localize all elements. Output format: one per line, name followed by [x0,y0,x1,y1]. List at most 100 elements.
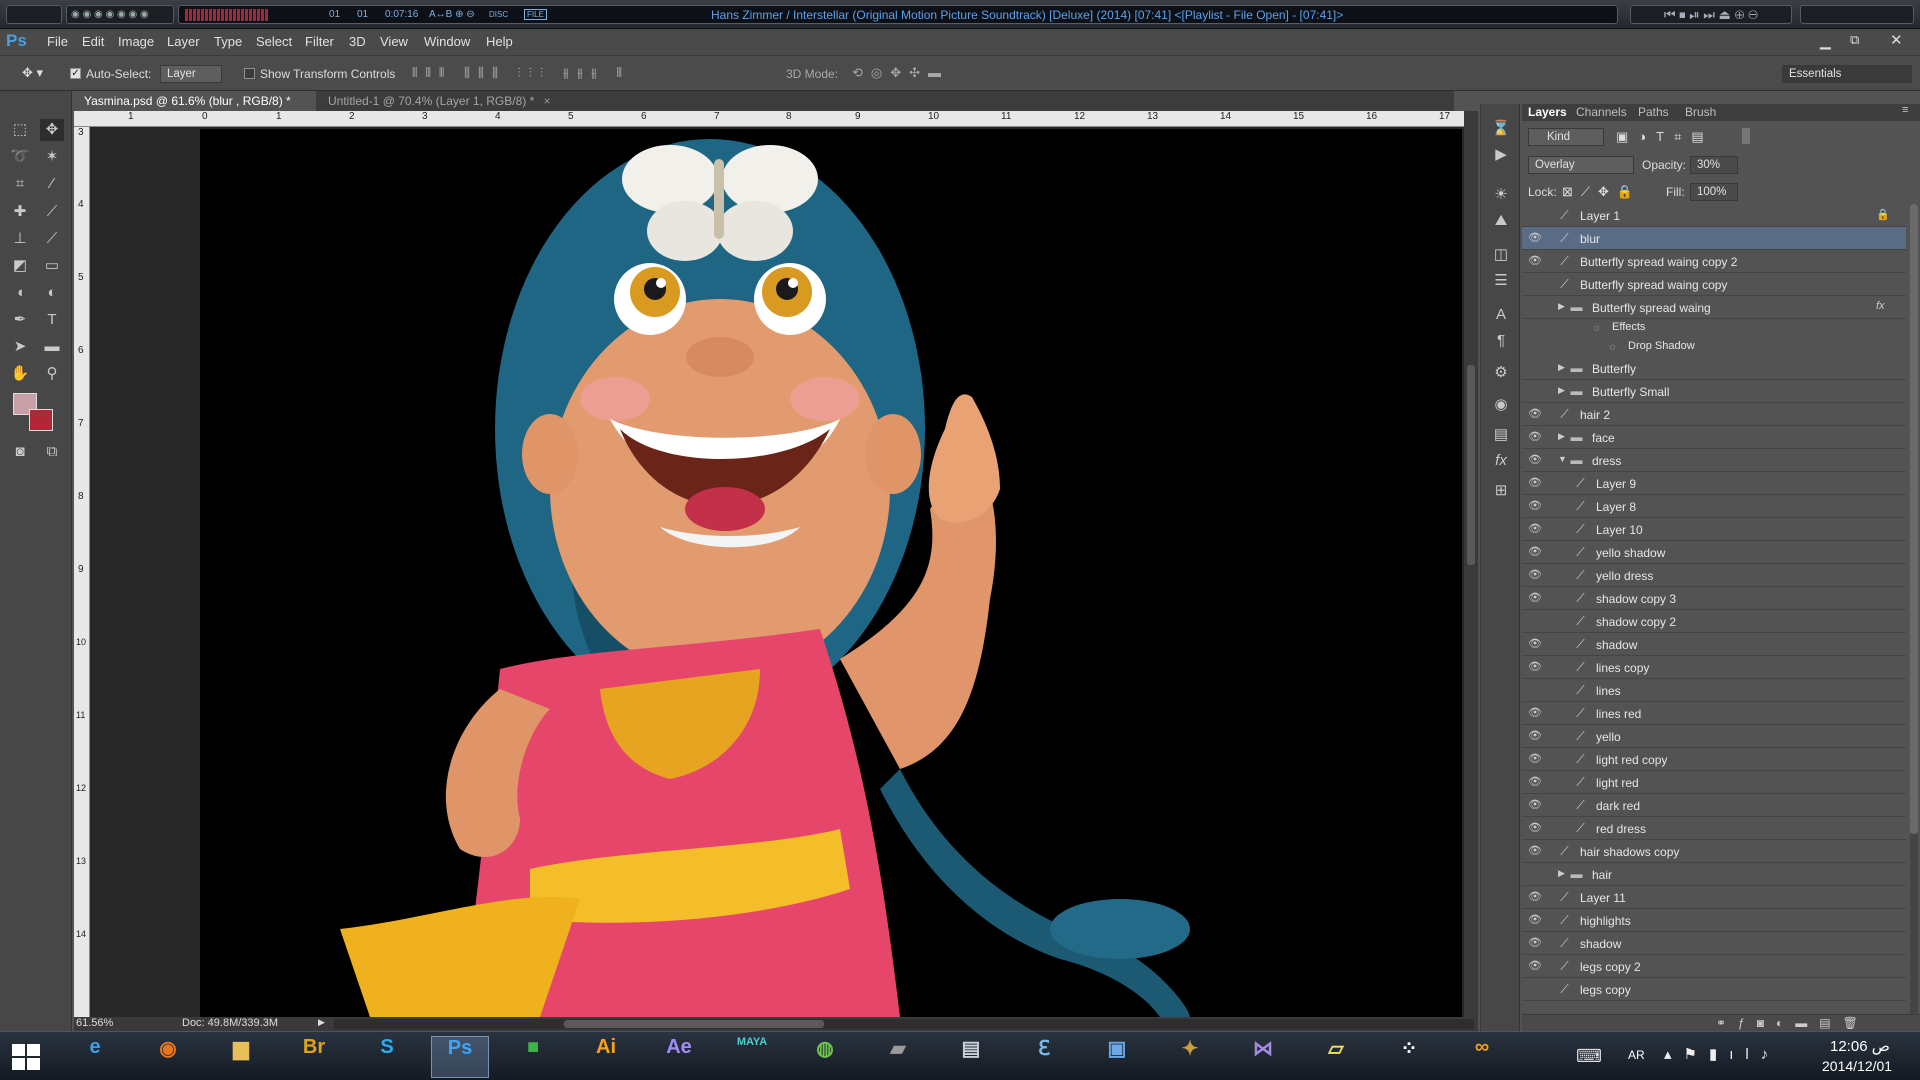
auto-select-dropdown[interactable]: Layer [160,65,222,83]
styles-icon[interactable]: ⛰ [1489,210,1513,232]
tab-untitled-1[interactable]: Untitled-1 @ 70.4% (Layer 1, RGB/8) * × [318,91,568,111]
fx-icon[interactable]: fx [1489,450,1513,472]
visibility-eye-icon[interactable]: 👁 [1526,587,1544,610]
layer-row[interactable]: ▶ ▬ Butterfly [1522,357,1906,380]
visibility-eye-icon[interactable]: 👁 [1526,227,1544,250]
taskbar-blackberry-icon[interactable]: ⁘ [1380,1036,1438,1078]
visibility-eye-icon[interactable]: 👁 [1526,909,1544,932]
taskbar-network-icon[interactable]: ▣ [1088,1036,1146,1078]
menu-layer[interactable]: Layer [167,34,200,49]
layer-row[interactable]: 👁 ⟋ legs copy 2 [1522,955,1906,978]
type-tool-icon[interactable]: T [40,309,64,331]
taskbar-maya-icon[interactable]: MAYA [723,1036,781,1078]
layer-row[interactable]: ▶ ▬ hair [1522,863,1906,886]
visibility-eye-icon[interactable] [1526,296,1544,319]
visibility-eye-icon[interactable]: 👁 [1526,449,1544,472]
layer-row[interactable]: 👁 ⟋ dark red [1522,794,1906,817]
crop-tool-icon[interactable]: ⌗ [8,173,32,195]
expand-arrow-icon[interactable]: ▶ [1558,362,1565,373]
menu-help[interactable]: Help [486,34,513,49]
visibility-eye-icon[interactable]: 👁 [1526,564,1544,587]
adjustments-icon[interactable]: ☀ [1489,184,1513,206]
hand-tool-icon[interactable]: ✋ [8,363,32,385]
tab-channels[interactable]: Channels [1576,105,1627,119]
tray-icons[interactable]: ▴⚑▮ıl♪ [1664,1045,1780,1063]
status-arrow-icon[interactable]: ▶ [318,1017,325,1028]
taskbar-after-effects-icon[interactable]: Ae [650,1036,708,1078]
clock-time[interactable]: 12:06 ص [1830,1037,1890,1055]
scroll-thumb[interactable] [564,1020,824,1028]
layer-row[interactable]: 👁 ⟋ lines red [1522,702,1906,725]
layer-row[interactable]: 👁 ⟋ yello dress [1522,564,1906,587]
restore-button[interactable]: ⧉ [1850,32,1859,48]
fill-input[interactable]: 100% [1690,183,1738,201]
layer-row[interactable]: 👁 ⟋ highlights [1522,909,1906,932]
taskbar-globe-icon[interactable]: ◍ [796,1036,854,1078]
visibility-eye-icon[interactable]: 👁 [1526,472,1544,495]
visibility-eye-icon[interactable]: 👁 [1526,633,1544,656]
layer-row[interactable]: 👁 ▼ ▬ dress [1522,449,1906,472]
expand-arrow-icon[interactable]: ▶ [1558,385,1565,396]
layer-row[interactable]: 👁 ⟋ shadow [1522,932,1906,955]
pen-tool-icon[interactable]: ✒ [8,309,32,331]
taskbar-shield-app-icon[interactable]: ✦ [1161,1036,1219,1078]
taskbar-explorer-icon[interactable]: ▆ [212,1036,270,1078]
visibility-eye-icon[interactable]: 👁 [1526,725,1544,748]
layer-row[interactable]: 👁 ⟋ lines copy [1522,656,1906,679]
visibility-eye-icon[interactable] [1526,978,1544,1001]
layer-row[interactable]: 👁 ⟋ Layer 10 [1522,518,1906,541]
tab-brush[interactable]: Brush [1685,105,1716,119]
taskbar-photoshop-icon[interactable]: Ps [431,1036,489,1078]
layer-row[interactable]: 👁 ⟋ Layer 11 [1522,886,1906,909]
zoom-level[interactable]: 61.56% [76,1017,113,1029]
visibility-eye-icon[interactable]: 👁 [1526,748,1544,771]
navigator-icon[interactable]: ◉ [1489,394,1513,416]
layer-row[interactable]: ⟋ Layer 1 🔒 [1522,204,1906,227]
show-transform-checkbox[interactable] [244,68,255,79]
layer-row[interactable]: 👁 ⟋ shadow copy 3 [1522,587,1906,610]
taskbar-monitor-icon[interactable]: ▤ [942,1036,1000,1078]
character-icon[interactable]: A [1489,304,1513,326]
layers-scrollbar[interactable] [1910,204,1918,1014]
taskbar-camtasia-icon[interactable]: ■ [504,1036,562,1078]
lasso-tool-icon[interactable]: ➰ [8,146,32,168]
visibility-eye-icon[interactable]: 👁 [1526,403,1544,426]
visibility-eye-icon[interactable]: 👁 [1526,250,1544,273]
dodge-tool-icon[interactable]: ◐ [40,282,64,304]
player-transport-buttons[interactable]: ⏮ ⏹ ⏯ ⏭ ⏏ ⊕ ⊖ [1630,5,1792,24]
layer-row[interactable]: 👁 ⟋ Layer 9 [1522,472,1906,495]
layer-row[interactable]: 👁 ⟋ hair shadows copy [1522,840,1906,863]
properties-icon[interactable]: ◫ [1489,244,1513,266]
menu-image[interactable]: Image [118,34,154,49]
visibility-eye-icon[interactable] [1526,273,1544,296]
layer-row[interactable]: 👁 ⟋ hair 2 [1522,403,1906,426]
visibility-eye-icon[interactable] [1526,863,1544,886]
visibility-eye-icon[interactable] [1526,319,1544,338]
layer-row[interactable]: ▶ ▬ Butterfly spread waing fx [1522,296,1906,319]
visibility-eye-icon[interactable]: 👁 [1526,794,1544,817]
visibility-eye-icon[interactable] [1526,610,1544,633]
path-selection-icon[interactable]: ➤ [8,336,32,358]
layer-row[interactable]: ◌ Effects [1522,319,1906,338]
fx-icon[interactable]: fx [1876,300,1885,312]
layer-actions-icons[interactable]: ⚭ƒ◙◐▬▤🗑 [1716,1016,1870,1030]
taskbar-link-app-icon[interactable]: ∞ [1453,1036,1511,1078]
marquee-tool-icon[interactable]: ⬚ [8,119,32,141]
filter-icons[interactable]: ▣◑T⌗▤ [1616,129,1714,145]
visibility-eye-icon[interactable] [1526,679,1544,702]
move-tool-icon[interactable]: ✥ ▾ [22,65,43,81]
visibility-eye-icon[interactable]: 👁 [1526,426,1544,449]
eyedropper-icon[interactable]: ⁄ [40,173,64,195]
layer-row[interactable]: 👁 ⟋ Butterfly spread waing copy 2 [1522,250,1906,273]
screen-mode-icon[interactable]: ⧉ [40,441,64,463]
layer-row[interactable]: 👁 ⟋ shadow [1522,633,1906,656]
keyboard-icon[interactable]: ⌨ [1576,1046,1602,1067]
visibility-eye-icon[interactable]: 👁 [1526,886,1544,909]
brush-tool-icon[interactable]: ⟋ [40,201,64,223]
menu-view[interactable]: View [380,34,408,49]
3d-mode-icons[interactable]: ⟲◎✥✣▬ [852,65,949,81]
scroll-thumb[interactable] [1467,365,1475,565]
collapse-arrow-icon[interactable]: ▼ [1558,454,1567,464]
menu-filter[interactable]: Filter [305,34,334,49]
layer-row[interactable]: 👁 ▶ ▬ face [1522,426,1906,449]
